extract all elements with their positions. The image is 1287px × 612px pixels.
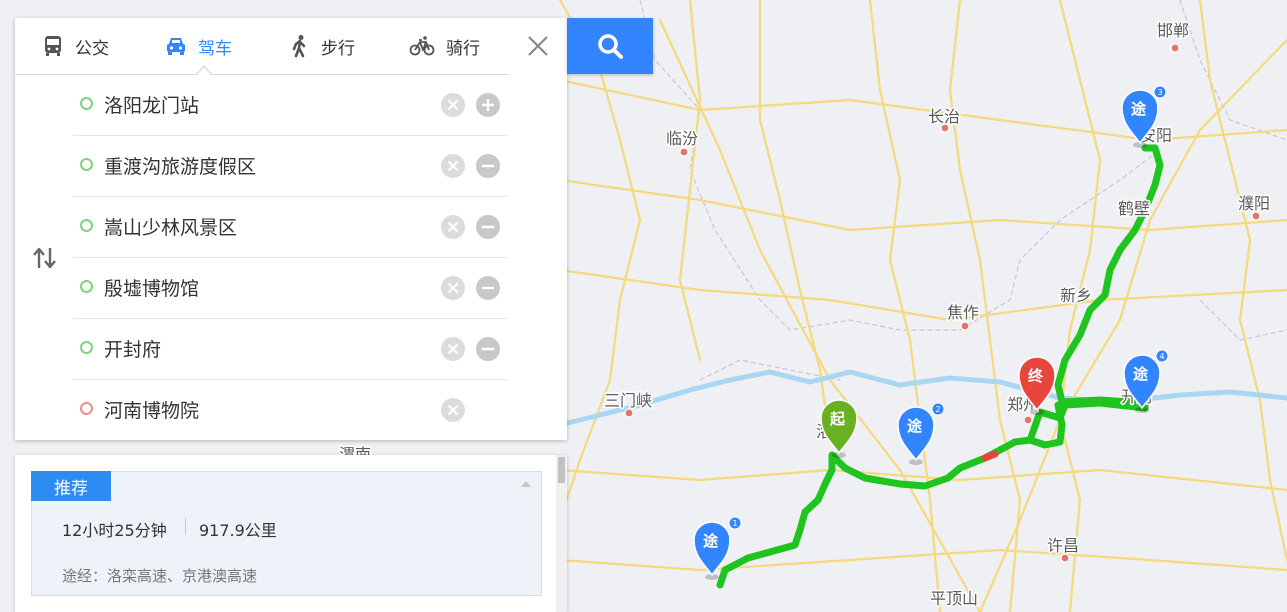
city-xuchang: 许昌 (1047, 536, 1079, 555)
collapse-arrow-icon[interactable] (521, 481, 531, 487)
svg-text:1: 1 (733, 519, 738, 528)
scrollbar-thumb[interactable] (558, 457, 565, 483)
route-via-roads: 途经：洛栾高速、京港澳高速 (62, 567, 258, 585)
stop-dot-icon (80, 341, 93, 354)
results-scrollbar[interactable] (556, 455, 567, 612)
svg-text:终: 终 (1028, 367, 1044, 385)
remove-stop-icon[interactable] (476, 215, 500, 239)
svg-text:起: 起 (829, 410, 846, 428)
car-icon (167, 38, 185, 55)
city-pingdingshan: 平顶山 (930, 589, 978, 608)
city-puyang: 濮阳 (1238, 194, 1270, 213)
destination-dot-icon (80, 402, 93, 415)
clear-stop-icon[interactable] (441, 276, 465, 300)
stop-name-input[interactable]: 重渡沟旅游度假区 (104, 152, 256, 179)
city-hebi: 鹤壁 (1118, 199, 1150, 218)
swap-route-button[interactable] (31, 246, 59, 270)
tab-bike[interactable]: 骑行 (408, 18, 480, 74)
divider (185, 517, 186, 535)
stop-dot-icon (80, 97, 93, 110)
active-tab-indicator (196, 65, 212, 75)
bike-icon (409, 36, 435, 56)
search-icon (598, 34, 623, 59)
tab-bus[interactable]: 公交 (41, 18, 109, 74)
city-linfen: 临汾 (666, 129, 698, 148)
close-icon (528, 36, 548, 56)
route-stop-3: 嵩山少林风景区 (73, 196, 507, 258)
clear-stop-icon[interactable] (441, 398, 465, 422)
city-changzhi: 长治 (928, 107, 960, 126)
route-plan-card[interactable]: 推荐 12小时25分钟 917.9公里 途经：洛栾高速、京港澳高速 (31, 471, 542, 612)
city-handan: 邯郸 (1157, 21, 1189, 40)
stop-dot-icon (80, 219, 93, 232)
clear-stop-icon[interactable] (441, 337, 465, 361)
remove-stop-icon[interactable] (476, 154, 500, 178)
route-distance: 917.9公里 (199, 521, 277, 540)
walk-icon (292, 35, 306, 58)
route-stop-1: 洛阳龙门站 (73, 74, 507, 136)
stop-dot-icon (80, 158, 93, 171)
stop-name-input[interactable]: 洛阳龙门站 (104, 91, 199, 118)
tab-walk-label: 步行 (321, 38, 355, 59)
clear-stop-icon[interactable] (441, 154, 465, 178)
route-stop-destination: 河南博物院 (73, 379, 507, 440)
svg-text:途: 途 (1133, 365, 1149, 383)
route-stop-5: 开封府 (73, 318, 507, 380)
tab-walk[interactable]: 步行 (287, 18, 355, 74)
remove-stop-icon[interactable] (476, 337, 500, 361)
route-stop-2: 重渡沟旅游度假区 (73, 135, 507, 197)
route-duration: 12小时25分钟 (62, 521, 167, 540)
route-panel: 公交 驾车 步行 骑行 洛阳龙门站 重渡沟旅游度假区 嵩山少林风景区 殷墟博物馆… (15, 18, 567, 440)
stop-name-input[interactable]: 河南博物院 (104, 396, 199, 423)
clear-stop-icon[interactable] (441, 93, 465, 117)
stop-name-input[interactable]: 开封府 (104, 335, 161, 362)
city-jiaozuo: 焦作 (947, 303, 979, 322)
svg-text:2: 2 (936, 405, 941, 414)
stop-name-input[interactable]: 殷墟博物馆 (104, 274, 199, 301)
stop-dot-icon (80, 280, 93, 293)
svg-text:途: 途 (907, 417, 923, 435)
recommended-badge: 推荐 (31, 471, 111, 501)
stop-name-input[interactable]: 嵩山少林风景区 (104, 213, 237, 240)
remove-stop-icon[interactable] (476, 276, 500, 300)
add-stop-icon[interactable] (476, 93, 500, 117)
svg-text:途: 途 (1131, 100, 1147, 118)
search-button[interactable] (567, 18, 653, 74)
route-results-panel: 推荐 12小时25分钟 917.9公里 途经：洛栾高速、京港澳高速 (15, 455, 567, 612)
bus-icon (45, 36, 61, 56)
clear-stop-icon[interactable] (441, 215, 465, 239)
svg-text:4: 4 (1160, 352, 1165, 361)
swap-arrows-icon (33, 247, 56, 269)
transport-mode-tabs: 公交 驾车 步行 骑行 (15, 18, 509, 75)
route-stop-4: 殷墟博物馆 (73, 257, 507, 319)
next-plan-card[interactable] (31, 595, 542, 612)
svg-text:途: 途 (703, 532, 719, 550)
city-sanmenxia: 三门峡 (604, 391, 652, 410)
close-button[interactable] (509, 18, 567, 74)
tab-bus-label: 公交 (75, 38, 109, 59)
svg-text:3: 3 (1158, 88, 1163, 97)
tab-bike-label: 骑行 (446, 38, 480, 59)
city-xinxiang: 新乡 (1060, 286, 1092, 305)
tab-drive-label: 驾车 (198, 38, 232, 59)
